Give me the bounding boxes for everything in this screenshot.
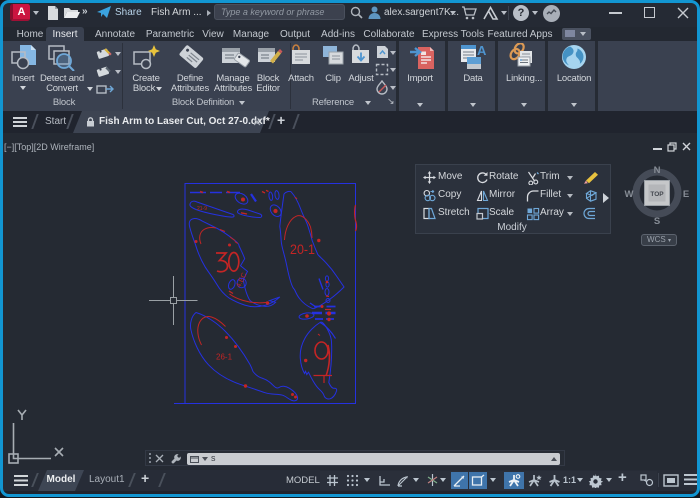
svg-text:TOP: TOP (650, 191, 664, 198)
svg-text:N: N (654, 165, 661, 176)
svg-text:20-1: 20-1 (290, 241, 315, 257)
svg-text:W: W (625, 189, 634, 200)
svg-text:26-1: 26-1 (216, 353, 233, 362)
svg-text:21-9: 21-9 (197, 206, 207, 212)
svg-text:4.EC: 4.EC (235, 272, 248, 289)
svg-text:S: S (654, 216, 660, 227)
svg-text:A: A (477, 43, 487, 58)
svg-text:E: E (683, 189, 689, 200)
